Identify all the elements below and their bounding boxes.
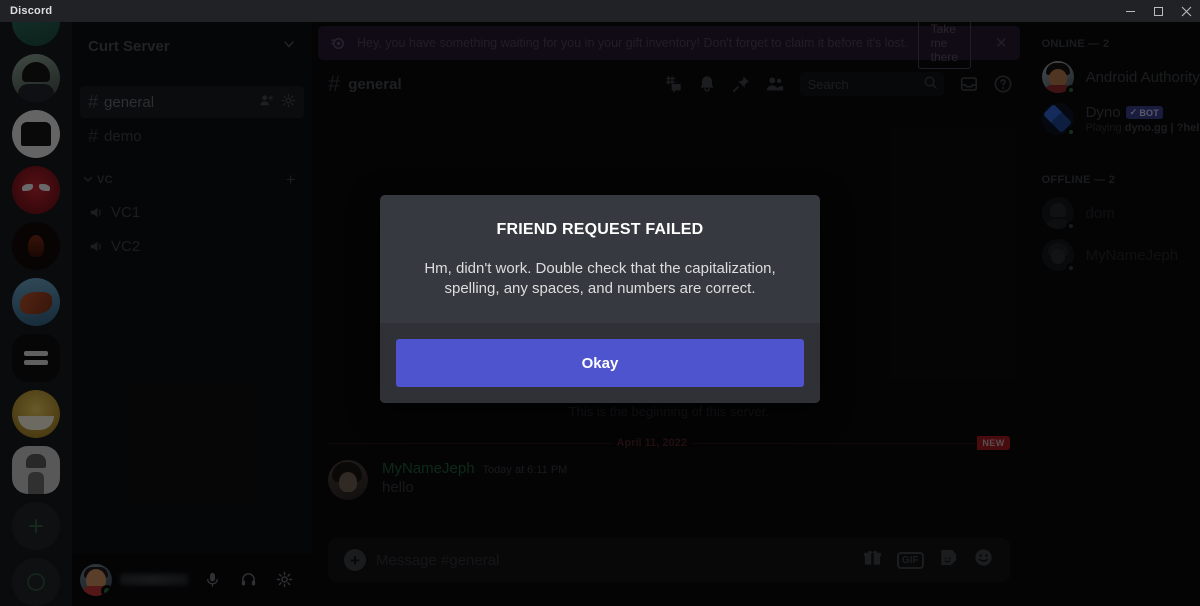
- app-title: Discord: [10, 5, 53, 17]
- okay-button[interactable]: Okay: [396, 339, 804, 387]
- title-bar: Discord: [0, 0, 1200, 22]
- friend-request-failed-modal: FRIEND REQUEST FAILED Hm, didn't work. D…: [380, 195, 820, 403]
- modal-description: Hm, didn't work. Double check that the c…: [424, 260, 776, 297]
- modal-content: FRIEND REQUEST FAILED Hm, didn't work. D…: [380, 195, 820, 323]
- maximize-button[interactable]: [1144, 0, 1172, 22]
- modal-title: FRIEND REQUEST FAILED: [496, 221, 704, 238]
- window-controls: [1116, 0, 1200, 22]
- modal-footer: Okay: [380, 323, 820, 403]
- close-button[interactable]: [1172, 0, 1200, 22]
- discord-window: Discord FRIEND REQUEST FAILED Hm, didn't…: [0, 0, 1200, 606]
- minimize-button[interactable]: [1116, 0, 1144, 22]
